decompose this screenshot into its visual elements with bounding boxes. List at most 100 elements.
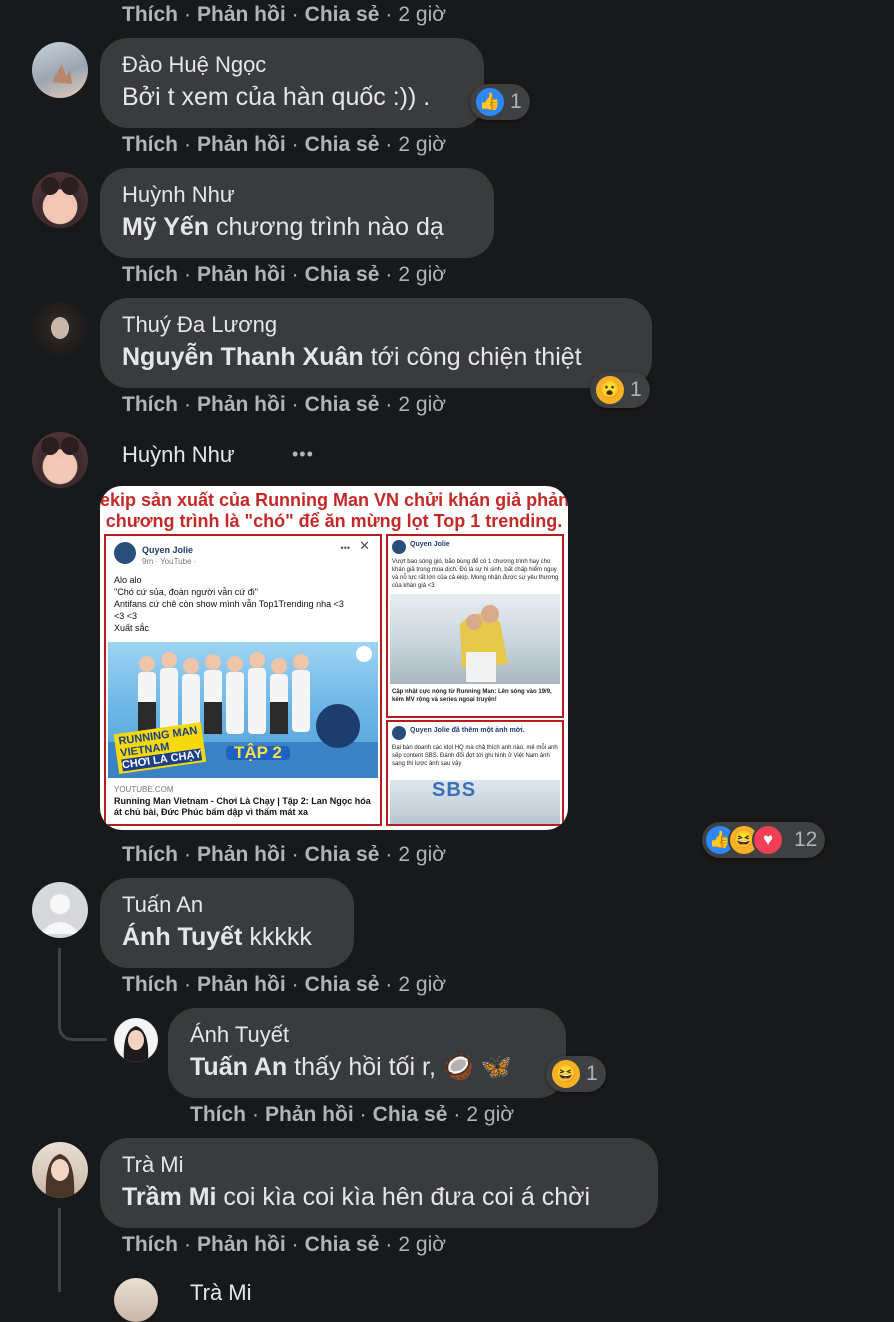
avatar-photo-icon	[41, 437, 79, 482]
like-link[interactable]: Thích	[122, 393, 178, 416]
comment-bubble: Tuấn An Ánh Tuyết kkkkk	[100, 878, 354, 968]
avatar[interactable]	[32, 42, 88, 98]
building-photo: SBS	[390, 780, 560, 824]
action-row: Thích · Phản hồi · Chia sẻ · 2 giờ	[122, 1233, 447, 1256]
avatar[interactable]	[32, 882, 88, 938]
reply-link[interactable]: Phản hồi	[197, 843, 286, 866]
post-avatar	[114, 542, 136, 564]
comment-author[interactable]: Tuấn An	[122, 892, 332, 918]
screenshot-post-left: Quyen Jolie 9m · YouTube · ••• ✕ Alo alo…	[104, 534, 382, 826]
share-link[interactable]: Chia sẻ	[305, 1233, 380, 1256]
haha-reaction-icon: 😆	[550, 1058, 582, 1090]
reply-link[interactable]: Phản hồi	[265, 1103, 354, 1126]
couple-photo-icon	[460, 605, 508, 682]
avatar-photo-icon	[123, 1026, 149, 1062]
like-link[interactable]: Thích	[122, 263, 178, 286]
mention-link[interactable]: Mỹ Yến	[122, 213, 209, 241]
reply-link[interactable]: Phản hồi	[197, 3, 286, 26]
wow-reaction-icon: 😮	[594, 374, 626, 406]
avatar[interactable]	[114, 1278, 158, 1322]
action-row: Thích · Phản hồi · Chia sẻ · 2 giờ	[122, 843, 447, 866]
like-reaction-icon: 👍	[474, 86, 506, 118]
comment-text: Ánh Tuyết kkkkk	[122, 923, 312, 951]
post-avatar	[392, 726, 406, 740]
reply-link[interactable]: Phản hồi	[197, 263, 286, 286]
share-link[interactable]: Chia sẻ	[373, 1103, 448, 1126]
comment-bubble: Đào Huệ Ngọc Bởi t xem của hàn quốc :)) …	[100, 38, 484, 128]
timestamp[interactable]: 2 giờ	[398, 393, 446, 416]
reaction-badge[interactable]: 😮 1	[590, 372, 650, 408]
like-link[interactable]: Thích	[122, 1233, 178, 1256]
share-link[interactable]: Chia sẻ	[305, 843, 380, 866]
comment-text: Trầm Mi coi kìa coi kìa hên đưa coi á ch…	[122, 1183, 591, 1211]
reply-link[interactable]: Phản hồi	[197, 393, 286, 416]
action-row: Thích · Phản hồi · Chia sẻ · 2 giờ	[122, 393, 447, 416]
avatar[interactable]	[32, 302, 88, 358]
comment-author[interactable]: Huỳnh Như	[122, 182, 472, 208]
avatar-photo-icon	[45, 1154, 75, 1198]
timestamp[interactable]: 2 giờ	[398, 3, 446, 26]
avatar[interactable]	[32, 1142, 88, 1198]
reaction-badge[interactable]: 😆 1	[546, 1056, 606, 1092]
thread-line	[58, 1208, 61, 1292]
action-row: Thích · Phản hồi · Chia sẻ · 2 giờ	[122, 3, 447, 26]
comment-text: Bởi t xem của hàn quốc :)) .	[122, 83, 431, 111]
share-link[interactable]: Chia sẻ	[305, 133, 380, 156]
action-row: Thích · Phản hồi · Chia sẻ · 2 giờ	[122, 973, 447, 996]
avatar[interactable]	[32, 432, 88, 488]
thread-line	[58, 948, 61, 1008]
comment-text: Nguyễn Thanh Xuân tới công chiện thiệt	[122, 343, 582, 371]
like-link[interactable]: Thích	[122, 973, 178, 996]
like-link[interactable]: Thích	[122, 3, 178, 26]
comment-author[interactable]: Ánh Tuyết	[190, 1022, 544, 1048]
share-link[interactable]: Chia sẻ	[305, 263, 380, 286]
like-link[interactable]: Thích	[190, 1103, 246, 1126]
comment-bubble: Ánh Tuyết Tuấn An thấy hồi tối r, 🥥 🦋	[168, 1008, 566, 1098]
comment-author[interactable]: Trà Mi	[122, 1152, 636, 1178]
more-options-icon[interactable]: •••	[292, 444, 314, 465]
love-reaction-icon: ♥	[752, 824, 784, 856]
action-row: Thích · Phản hồi · Chia sẻ · 2 giờ	[122, 133, 447, 156]
timestamp[interactable]: 2 giờ	[398, 843, 446, 866]
comment-author[interactable]: Huỳnh Như	[122, 442, 235, 468]
like-link[interactable]: Thích	[122, 843, 178, 866]
mention-link[interactable]: Ánh Tuyết	[122, 923, 242, 951]
avatar[interactable]	[32, 172, 88, 228]
share-link[interactable]: Chia sẻ	[305, 393, 380, 416]
action-row: Thích · Phản hồi · Chia sẻ · 2 giờ	[122, 263, 447, 286]
comment-image[interactable]: ekip sản xuất của Running Man VN chửi kh…	[100, 486, 568, 830]
more-options-icon: •••	[340, 543, 350, 553]
avatar-photo-icon	[52, 64, 72, 84]
image-headline: ekip sản xuất của Running Man VN chửi kh…	[100, 490, 568, 531]
timestamp[interactable]: 2 giờ	[398, 973, 446, 996]
comment-author[interactable]: Đào Huệ Ngọc	[122, 52, 462, 78]
episode-label: TẬP 2	[226, 744, 290, 761]
reply-link[interactable]: Phản hồi	[197, 973, 286, 996]
comment-text: Tuấn An thấy hồi tối r, 🥥 🦋	[190, 1053, 513, 1081]
timestamp[interactable]: 2 giờ	[466, 1103, 514, 1126]
timestamp[interactable]: 2 giờ	[398, 263, 446, 286]
timestamp[interactable]: 2 giờ	[398, 133, 446, 156]
timestamp[interactable]: 2 giờ	[398, 1233, 446, 1256]
comment-author[interactable]: Trà Mi	[190, 1280, 252, 1306]
comment-bubble: Trà Mi Trầm Mi coi kìa coi kìa hên đưa c…	[100, 1138, 658, 1228]
avatar-photo-icon	[41, 177, 79, 222]
post-avatar	[392, 540, 406, 554]
reply-link[interactable]: Phản hồi	[197, 1233, 286, 1256]
share-link[interactable]: Chia sẻ	[305, 3, 380, 26]
avatar[interactable]	[114, 1018, 158, 1062]
default-user-icon	[40, 894, 80, 934]
comment-text: Mỹ Yến chương trình nào dạ	[122, 213, 444, 241]
like-link[interactable]: Thích	[122, 133, 178, 156]
mention-link[interactable]: Trầm Mi	[122, 1183, 216, 1211]
comment-author[interactable]: Thuý Đa Lương	[122, 312, 630, 338]
share-link[interactable]: Chia sẻ	[305, 973, 380, 996]
reply-link[interactable]: Phản hồi	[197, 133, 286, 156]
reaction-badge[interactable]: 👍 1	[470, 84, 530, 120]
mention-link[interactable]: Tuấn An	[190, 1053, 287, 1081]
screenshot-post-right-bottom: Quyen Jolie đã thêm một ảnh mới. Đại bàn…	[386, 720, 564, 826]
reaction-badge[interactable]: 👍 😆 ♥ 12	[702, 822, 826, 858]
video-thumbnail: RUNNING MAN VIETNAM CHƠI LÀ CHẠY TẬP 2	[108, 642, 378, 778]
close-icon: ✕	[359, 538, 370, 553]
mention-link[interactable]: Nguyễn Thanh Xuân	[122, 343, 364, 371]
